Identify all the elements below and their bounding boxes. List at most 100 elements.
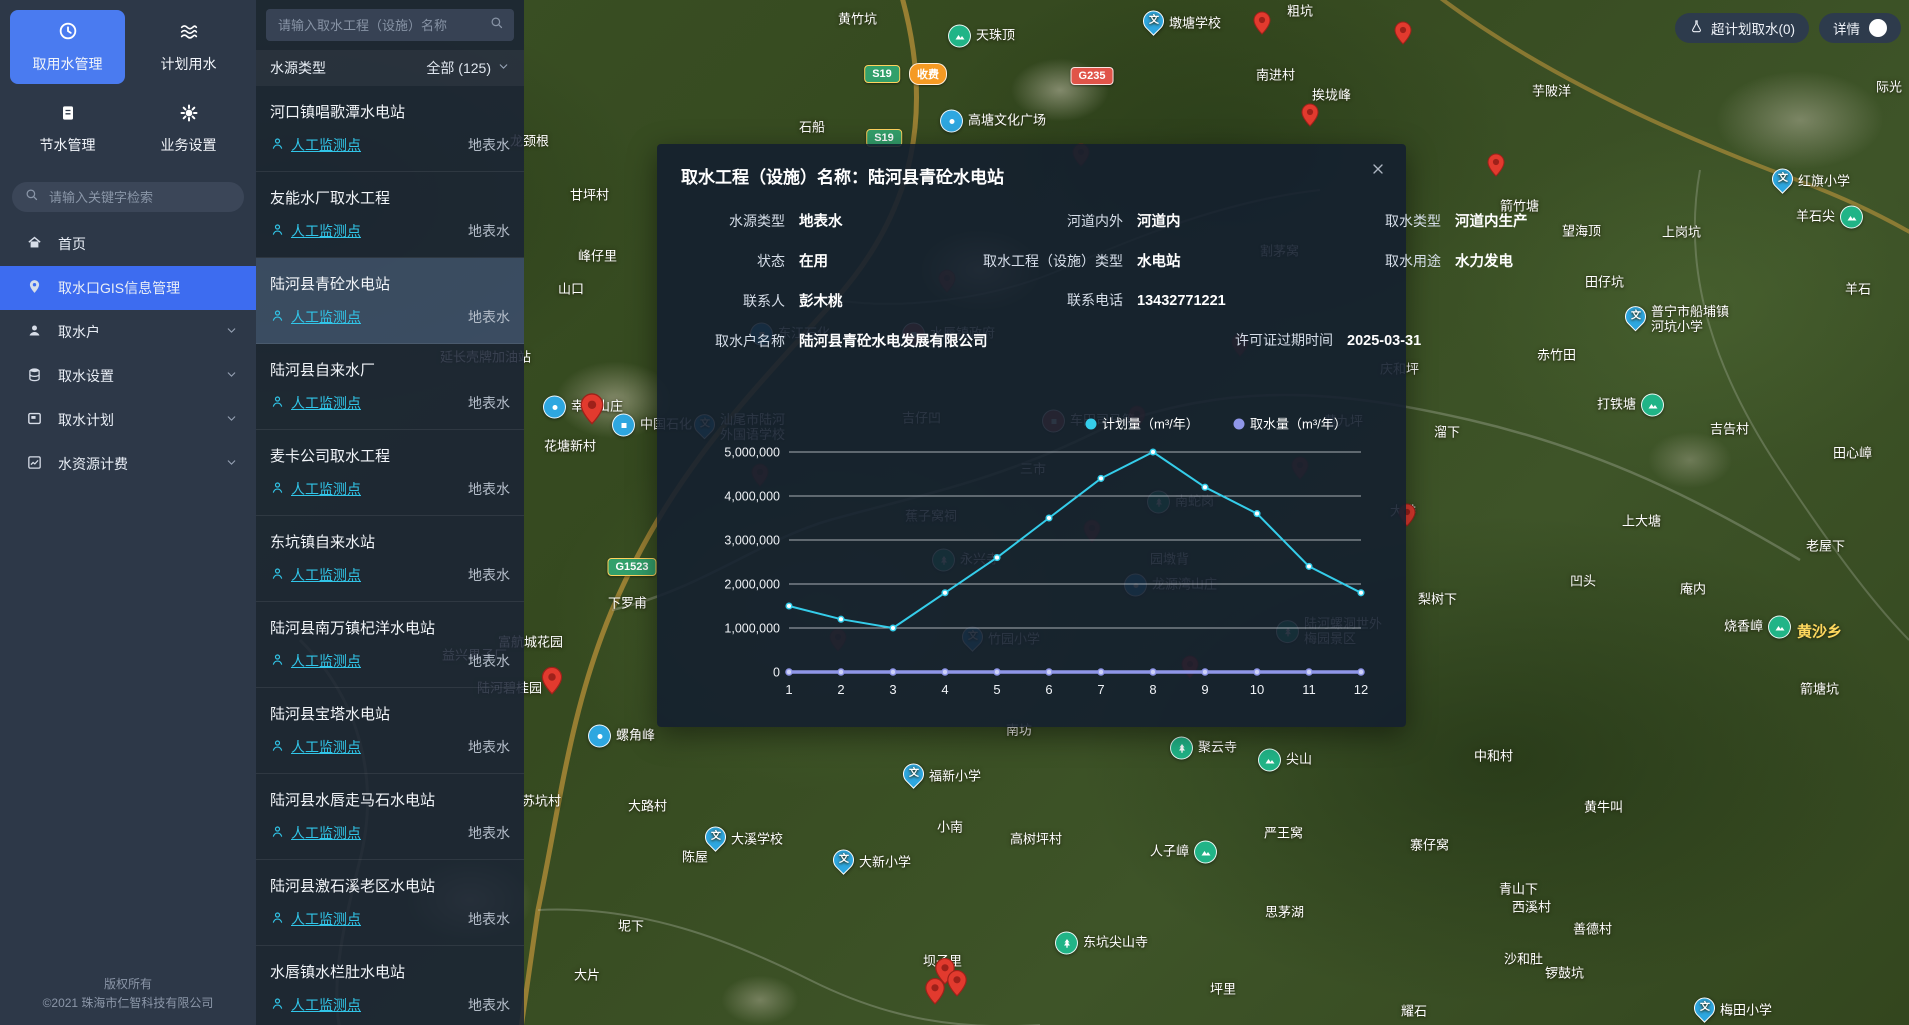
intake-point-pin-icon[interactable]: [1253, 11, 1271, 40]
station-list-item[interactable]: 水唇镇水栏肚水电站人工监测点地表水: [256, 946, 524, 1025]
map-label-text: 善德村: [1573, 923, 1612, 938]
map-label-text: 锣鼓坑: [1545, 967, 1584, 982]
map-label-text: 严王窝: [1264, 827, 1303, 842]
x-axis-tick-label: 6: [1045, 682, 1052, 697]
station-list-item[interactable]: 友能水厂取水工程人工监测点地表水: [256, 172, 524, 258]
map-label-mountain: 羊石尖: [1796, 206, 1863, 229]
sidebar-menu-item[interactable]: 取水口GIS信息管理: [0, 266, 256, 310]
field-label: 水源类型: [685, 211, 785, 231]
detail-toggle-label: 详情: [1833, 18, 1860, 38]
station-list-item[interactable]: 陆河县自来水厂人工监测点地表水: [256, 344, 524, 430]
monitor-type-link[interactable]: 人工监测点: [291, 393, 361, 413]
map-label-text: 芋陂洋: [1532, 85, 1571, 100]
station-list-item[interactable]: 东坑镇自来水站人工监测点地表水: [256, 516, 524, 602]
data-point: [1358, 669, 1364, 675]
station-list-item[interactable]: 陆河县激石溪老区水电站人工监测点地表水: [256, 860, 524, 946]
station-list-item[interactable]: 麦卡公司取水工程人工监测点地表水: [256, 430, 524, 516]
modal-title: 取水工程（设施）名称：陆河县青砼水电站: [657, 144, 1406, 188]
legend-swatch[interactable]: [1234, 419, 1245, 430]
monitor-type-link[interactable]: 人工监测点: [291, 565, 361, 585]
field-label: 联系人: [685, 291, 785, 311]
legend-label[interactable]: 计划量（m³/年）: [1102, 417, 1199, 432]
map-label-text: 粗坑: [1287, 5, 1313, 20]
sidebar-menu-item[interactable]: 首页: [0, 222, 256, 266]
monitor-type-link[interactable]: 人工监测点: [291, 737, 361, 757]
monitor-type-link[interactable]: 人工监测点: [291, 479, 361, 499]
monitor-type-link[interactable]: 人工监测点: [291, 221, 361, 241]
map-overlay-bar: 超计划取水(0) 详情: [1675, 13, 1901, 43]
water-source-filter[interactable]: 水源类型 全部 (125): [256, 50, 524, 86]
detail-toggle-knob[interactable]: [1869, 19, 1887, 37]
monitor-type-link[interactable]: 人工监测点: [291, 651, 361, 671]
map-label-mountain: 人子嶂: [1150, 841, 1217, 864]
sidebar-menu-item[interactable]: 取水设置: [0, 354, 256, 398]
x-axis-tick-label: 7: [1097, 682, 1104, 697]
intake-point-pin-icon[interactable]: [541, 666, 563, 700]
monitor-type-link[interactable]: 人工监测点: [291, 823, 361, 843]
station-list-item[interactable]: 陆河县水唇走马石水电站人工监测点地表水: [256, 774, 524, 860]
monitor-type-link[interactable]: 人工监测点: [291, 995, 361, 1015]
map-label-school: 文福新小学: [903, 764, 981, 791]
station-list-panel: 水源类型 全部 (125) 河口镇唱歌潭水电站人工监测点地表水友能水厂取水工程人…: [256, 0, 524, 1025]
map-label-place: 西溪村: [1512, 901, 1551, 916]
map-label-place: 锣鼓坑: [1545, 967, 1584, 982]
sidebar-search[interactable]: [12, 182, 244, 212]
monitor-type-link[interactable]: 人工监测点: [291, 135, 361, 155]
intake-point-pin-icon[interactable]: [925, 977, 946, 1010]
module-business-settings[interactable]: 业务设置: [131, 92, 246, 166]
sidebar-menu-item[interactable]: 取水户: [0, 310, 256, 354]
legend-label[interactable]: 取水量（m³/年）: [1250, 417, 1347, 432]
mountain-poi-icon: [948, 25, 971, 48]
map-label-place: 沙和肚: [1504, 953, 1543, 968]
intake-point-pin-icon[interactable]: [1301, 103, 1319, 132]
module-label: 取用水管理: [33, 54, 103, 74]
intake-point-pin-icon[interactable]: [1394, 21, 1412, 50]
sidebar-search-input[interactable]: [47, 189, 232, 206]
station-search-input[interactable]: [276, 17, 481, 34]
intake-point-pin-icon[interactable]: [1487, 153, 1505, 182]
menu-item-label: 取水户: [58, 322, 100, 342]
sidebar-menu-item[interactable]: 取水计划: [0, 398, 256, 442]
module-water-intake-management[interactable]: 取用水管理: [10, 10, 125, 84]
sidebar-menu-item[interactable]: 水资源计费: [0, 442, 256, 486]
x-axis-tick-label: 1: [785, 682, 792, 697]
station-list-item[interactable]: 河口镇唱歌潭水电站人工监测点地表水: [256, 86, 524, 172]
data-point: [1254, 511, 1260, 517]
station-list-item[interactable]: 陆河县宝塔水电站人工监测点地表水: [256, 688, 524, 774]
water-source-label: 地表水: [468, 823, 510, 843]
close-icon[interactable]: [1370, 161, 1386, 182]
data-point: [1306, 669, 1312, 675]
module-planned-water-use[interactable]: 计划用水: [131, 10, 246, 84]
school-pin-icon: 文: [1621, 302, 1651, 332]
detail-toggle-pill[interactable]: 详情: [1819, 13, 1901, 43]
map-label-text: 福新小学: [929, 770, 981, 785]
data-point: [1358, 590, 1364, 596]
chart-icon: [26, 454, 43, 474]
map-label-text: 庵内: [1680, 583, 1706, 598]
data-point: [1254, 669, 1260, 675]
legend-swatch[interactable]: [1086, 419, 1097, 430]
station-list-item[interactable]: 陆河县青砼水电站人工监测点地表水: [256, 258, 524, 344]
school-pin-icon: 文: [1139, 6, 1169, 36]
road-badge: G235: [1071, 67, 1114, 85]
map-label-place: 善德村: [1573, 923, 1612, 938]
map-label-text: 苏坑村: [522, 795, 561, 810]
over-plan-intake-pill[interactable]: 超计划取水(0): [1675, 13, 1809, 43]
map-label-place: 中和村: [1474, 750, 1513, 765]
module-label: 计划用水: [161, 54, 217, 74]
menu-item-label: 取水口GIS信息管理: [58, 278, 180, 298]
monitor-type-link[interactable]: 人工监测点: [291, 909, 361, 929]
module-water-saving-management[interactable]: 节水管理: [10, 92, 125, 166]
map-label-text: 思茅湖: [1265, 906, 1304, 921]
station-search[interactable]: [266, 9, 514, 41]
station-list-item[interactable]: 陆河县南万镇杞洋水电站人工监测点地表水: [256, 602, 524, 688]
module-switcher: 取用水管理 计划用水 节水管理 业务设置: [0, 0, 256, 168]
map-label-text: 坪里: [1210, 983, 1236, 998]
map-label-text: 石船: [799, 121, 825, 136]
map-label-school: 文墩塘学校: [1143, 11, 1221, 38]
water-source-label: 地表水: [468, 135, 510, 155]
person-monitor-icon: [270, 136, 285, 154]
intake-point-pin-icon[interactable]: [947, 969, 968, 1002]
monitor-type-link[interactable]: 人工监测点: [291, 307, 361, 327]
intake-point-pin-icon[interactable]: [580, 393, 604, 430]
